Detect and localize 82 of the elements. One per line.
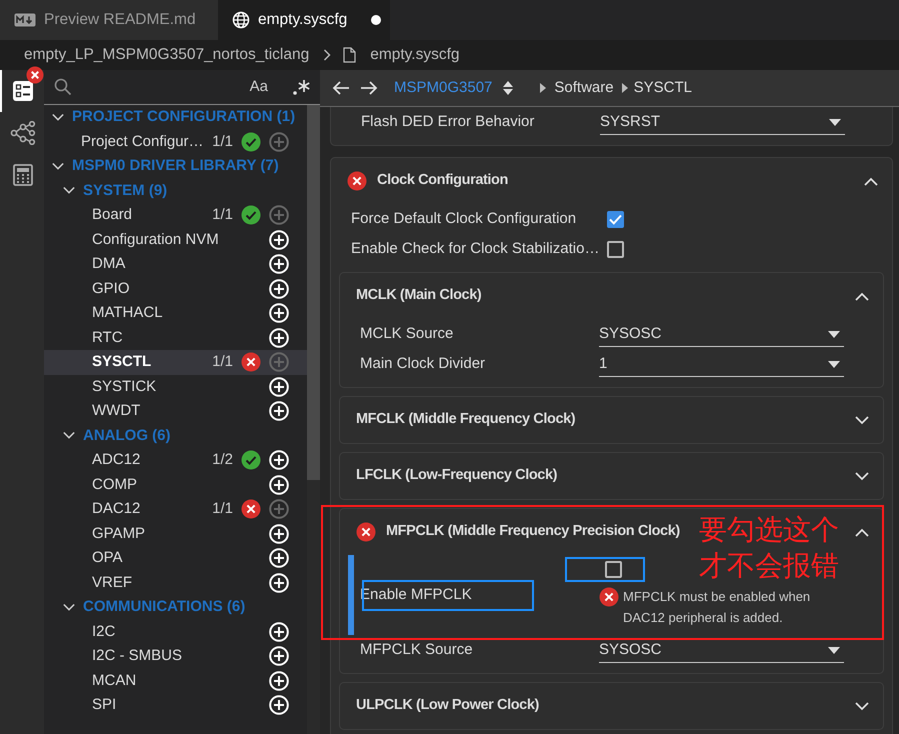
tree-item[interactable]: GPIO <box>44 276 307 301</box>
chevron-down-icon[interactable] <box>52 162 64 171</box>
tree-item[interactable]: WWDT <box>44 399 307 424</box>
checkbox[interactable] <box>607 210 624 228</box>
chevron-down-icon[interactable] <box>63 186 75 196</box>
chevron-up-icon[interactable] <box>864 176 878 186</box>
sort-arrows-icon[interactable] <box>502 80 514 96</box>
chevron-down-icon[interactable] <box>63 602 75 612</box>
breadcrumb-link[interactable]: empty.syscfg <box>370 43 460 67</box>
breadcrumb-link[interactable]: Software <box>554 76 614 100</box>
error-icon <box>599 587 619 608</box>
tree-item[interactable]: Board 1/1 <box>44 203 307 228</box>
tree-item[interactable]: DMA <box>44 252 307 276</box>
tree-item[interactable]: GPAMP <box>44 522 307 546</box>
subsection-header[interactable]: MCLK (Main Clock) <box>356 285 482 307</box>
checkmark-icon <box>609 214 622 225</box>
dropdown-field[interactable]: 1 <box>599 350 844 378</box>
back-arrow-icon[interactable] <box>332 80 350 96</box>
caret-down-icon <box>829 118 841 126</box>
field-label: MCLK Source <box>360 324 454 342</box>
tree-item[interactable]: DAC12 1/1 <box>44 497 307 522</box>
dropdown-field[interactable]: SYSOSC <box>599 636 844 664</box>
search-icon[interactable] <box>54 78 72 96</box>
tree-item[interactable]: SPI <box>44 693 307 718</box>
field-label: Main Clock Divider <box>360 354 486 372</box>
annotation-text: 要勾选这个 才不会报错 <box>699 512 839 584</box>
markdown-icon <box>14 13 36 27</box>
breadcrumb-link[interactable]: SYSCTL <box>634 76 692 100</box>
dropdown-field[interactable]: SYSOSC <box>599 320 844 348</box>
globe-icon <box>232 11 250 29</box>
field-label: Force Default Clock Configuration <box>351 210 576 227</box>
editor-tab[interactable]: empty.syscfg <box>218 0 390 40</box>
caret-right-icon <box>622 83 628 94</box>
error-badge-icon <box>26 66 44 84</box>
editor-tab[interactable]: Preview README.md <box>0 0 218 40</box>
tree-item[interactable]: Project Configur… 1/1 <box>44 130 307 154</box>
chevron-up-icon[interactable] <box>855 528 869 537</box>
file-icon <box>343 47 356 63</box>
forward-arrow-icon[interactable] <box>360 80 378 96</box>
subsection-header[interactable]: MFPCLK (Middle Frequency Precision Clock) <box>386 521 680 543</box>
tree-item[interactable]: MCAN <box>44 668 307 693</box>
tree-item[interactable]: VREF <box>44 570 307 595</box>
field-label: MFPCLK Source <box>360 640 473 658</box>
tree-item[interactable]: SYSTICK <box>44 374 307 399</box>
tree-item[interactable]: OPA <box>44 546 307 570</box>
tree-item[interactable]: I2C - SMBUS <box>44 644 307 668</box>
tree-item[interactable]: RTC <box>44 326 307 350</box>
node-tree-icon <box>10 121 36 145</box>
subsection-header[interactable]: MFCLK (Middle Frequency Clock) <box>356 409 576 431</box>
checkbox[interactable] <box>607 240 624 258</box>
chevron-down-icon[interactable] <box>63 431 75 440</box>
caret-down-icon <box>828 360 840 368</box>
tree-item[interactable]: SYSCTL 1/1 <box>44 350 307 374</box>
match-case-toggle[interactable]: Aa <box>250 76 268 98</box>
chevron-down-icon[interactable] <box>52 112 64 122</box>
dropdown-field[interactable]: SYSRST <box>600 108 845 136</box>
checkbox[interactable] <box>605 561 622 578</box>
chevron-down-icon[interactable] <box>855 416 869 425</box>
section-header[interactable]: Clock Configuration <box>377 170 508 192</box>
chevron-down-icon[interactable] <box>855 472 869 481</box>
tree-item[interactable]: I2C <box>44 620 307 644</box>
caret-right-icon <box>540 83 546 94</box>
field-label: Enable Check for Clock Stabilizatio… <box>351 240 600 257</box>
chevron-right-icon <box>323 49 332 61</box>
error-message: MFPCLK must be enabled when DAC12 peripheral is added. <box>623 588 812 628</box>
device-link[interactable]: MSPM0G3507 <box>394 76 492 100</box>
breadcrumb-link[interactable]: empty_LP_MSPM0G3507_nortos_ticlang <box>24 43 310 67</box>
caret-down-icon <box>828 646 840 654</box>
chevron-down-icon[interactable] <box>855 702 869 711</box>
calculator-icon <box>13 164 33 186</box>
tree-item[interactable]: MATHACL <box>44 301 307 326</box>
regex-icon[interactable] <box>292 78 310 96</box>
caret-down-icon <box>828 330 840 338</box>
subsection-header[interactable]: ULPCLK (Low Power Clock) <box>356 695 539 717</box>
tree-item[interactable]: Configuration NVM <box>44 228 307 252</box>
scrollbar-thumb[interactable] <box>307 105 320 480</box>
list-settings-icon <box>12 80 34 102</box>
field-label: Flash DED Error Behavior <box>361 112 534 130</box>
tree-item[interactable]: COMP <box>44 472 307 497</box>
subsection-header[interactable]: LFCLK (Low-Frequency Clock) <box>356 465 558 487</box>
tree-item[interactable]: ADC12 1/2 <box>44 448 307 472</box>
chevron-up-icon[interactable] <box>855 292 869 301</box>
